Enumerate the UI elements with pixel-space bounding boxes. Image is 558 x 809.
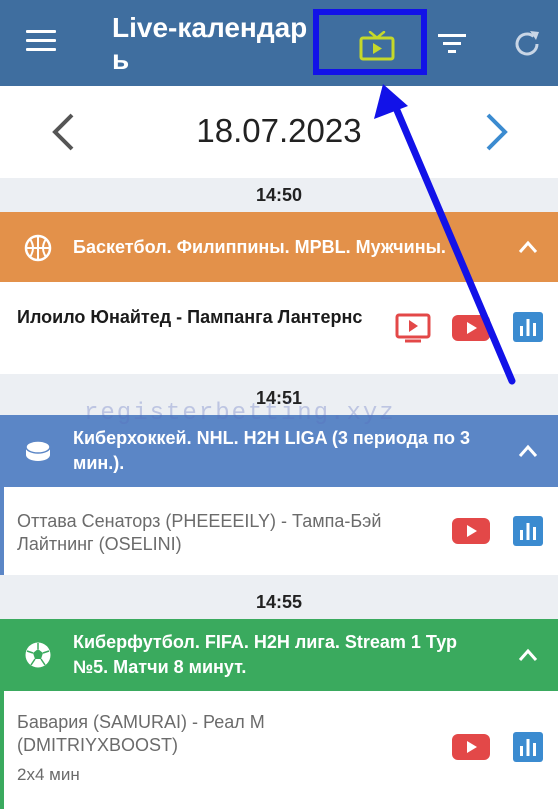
annotation-arrow bbox=[374, 84, 516, 385]
